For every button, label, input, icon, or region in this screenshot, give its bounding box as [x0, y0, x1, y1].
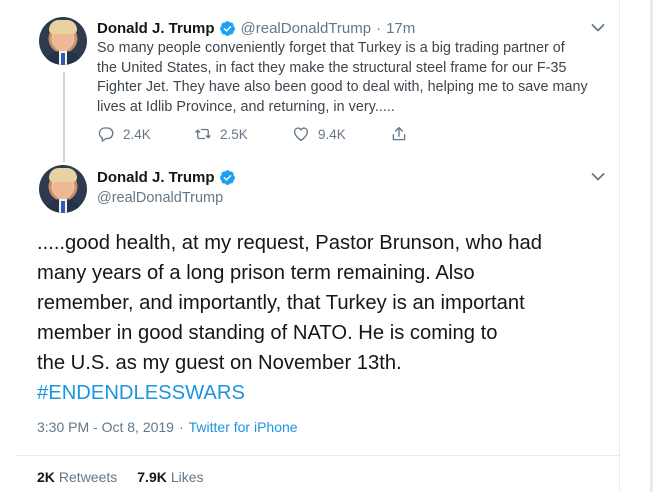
tweet-text-line: the U.S. as my guest on November 13th. — [37, 352, 402, 374]
tweet-meta: 3:30 PM - Oct 8, 2019 · Twitter for iPho… — [37, 419, 298, 435]
like-count: 9.4K — [318, 126, 346, 142]
tweet-text-line: remember, and importantly, that Turkey i… — [37, 292, 525, 314]
tweet-time[interactable]: 17m — [386, 20, 415, 37]
retweet-button[interactable]: 2.5K — [194, 125, 292, 143]
tweet-header: Donald J. Trump @realDonaldTrump · 17m — [97, 18, 415, 38]
retweet-count: 2.5K — [220, 126, 248, 142]
display-name[interactable]: Donald J. Trump — [97, 169, 215, 186]
tweet-author: Donald J. Trump — [97, 169, 236, 186]
share-icon — [392, 126, 406, 141]
likes-label: Likes — [170, 469, 204, 485]
handle[interactable]: @realDonaldTrump — [241, 20, 372, 37]
like-button[interactable]: 9.4K — [292, 125, 390, 143]
tweet-text: .....good health, at my request, Pastor … — [37, 228, 617, 408]
avatar[interactable] — [39, 17, 87, 65]
retweets-label: Retweets — [58, 469, 118, 485]
tweet-text-line: .....good health, at my request, Pastor … — [37, 232, 542, 254]
tweet-source-link[interactable]: Twitter for iPhone — [189, 419, 298, 435]
display-name[interactable]: Donald J. Trump — [97, 20, 215, 37]
likes-stat[interactable]: 7.9K Likes — [137, 469, 203, 485]
retweet-icon — [195, 128, 211, 140]
retweets-count: 2K — [37, 469, 55, 485]
reply-button[interactable]: 2.4K — [97, 125, 194, 143]
verified-badge-icon — [219, 170, 235, 185]
verified-badge-icon — [219, 20, 235, 36]
separator-dot: · — [376, 19, 382, 37]
tweet-text-line: the United States, in fact they make the… — [97, 59, 567, 76]
avatar[interactable] — [39, 165, 87, 213]
tweet-text-line: So many people conveniently forget that … — [97, 40, 565, 56]
tweet-actions: 2.4K 2.5K 9.4K — [97, 123, 408, 145]
tweet-text: So many people conveniently forget that … — [97, 39, 617, 118]
tweet-text-line: member in good standing of NATO. He is c… — [37, 322, 498, 344]
chevron-down-icon[interactable] — [591, 23, 605, 33]
share-button[interactable] — [390, 125, 408, 143]
handle[interactable]: @realDonaldTrump — [97, 190, 223, 206]
hashtag-link[interactable]: #ENDENDLESSWARS — [37, 378, 617, 408]
tweet-text-line: many years of a long prison term remaini… — [37, 262, 475, 284]
divider — [15, 455, 619, 456]
timeline-border — [619, 0, 620, 492]
separator-dot: · — [178, 419, 184, 435]
likes-count: 7.9K — [137, 469, 167, 485]
retweets-stat[interactable]: 2K Retweets — [37, 469, 117, 485]
reply-icon — [98, 127, 114, 142]
tweet-text-line: Fighter Jet. They have also been good to… — [97, 79, 588, 96]
tweet-stats: 2K Retweets 7.9K Likes — [37, 469, 224, 485]
chevron-down-icon[interactable] — [591, 172, 605, 182]
reply-count: 2.4K — [123, 126, 151, 142]
tweet-timestamp[interactable]: 3:30 PM - Oct 8, 2019 — [37, 419, 174, 435]
thread-connector-line — [63, 72, 65, 162]
like-icon — [293, 127, 309, 142]
tweet-text-line: lives at Idlib Province, and returning, … — [97, 99, 395, 116]
